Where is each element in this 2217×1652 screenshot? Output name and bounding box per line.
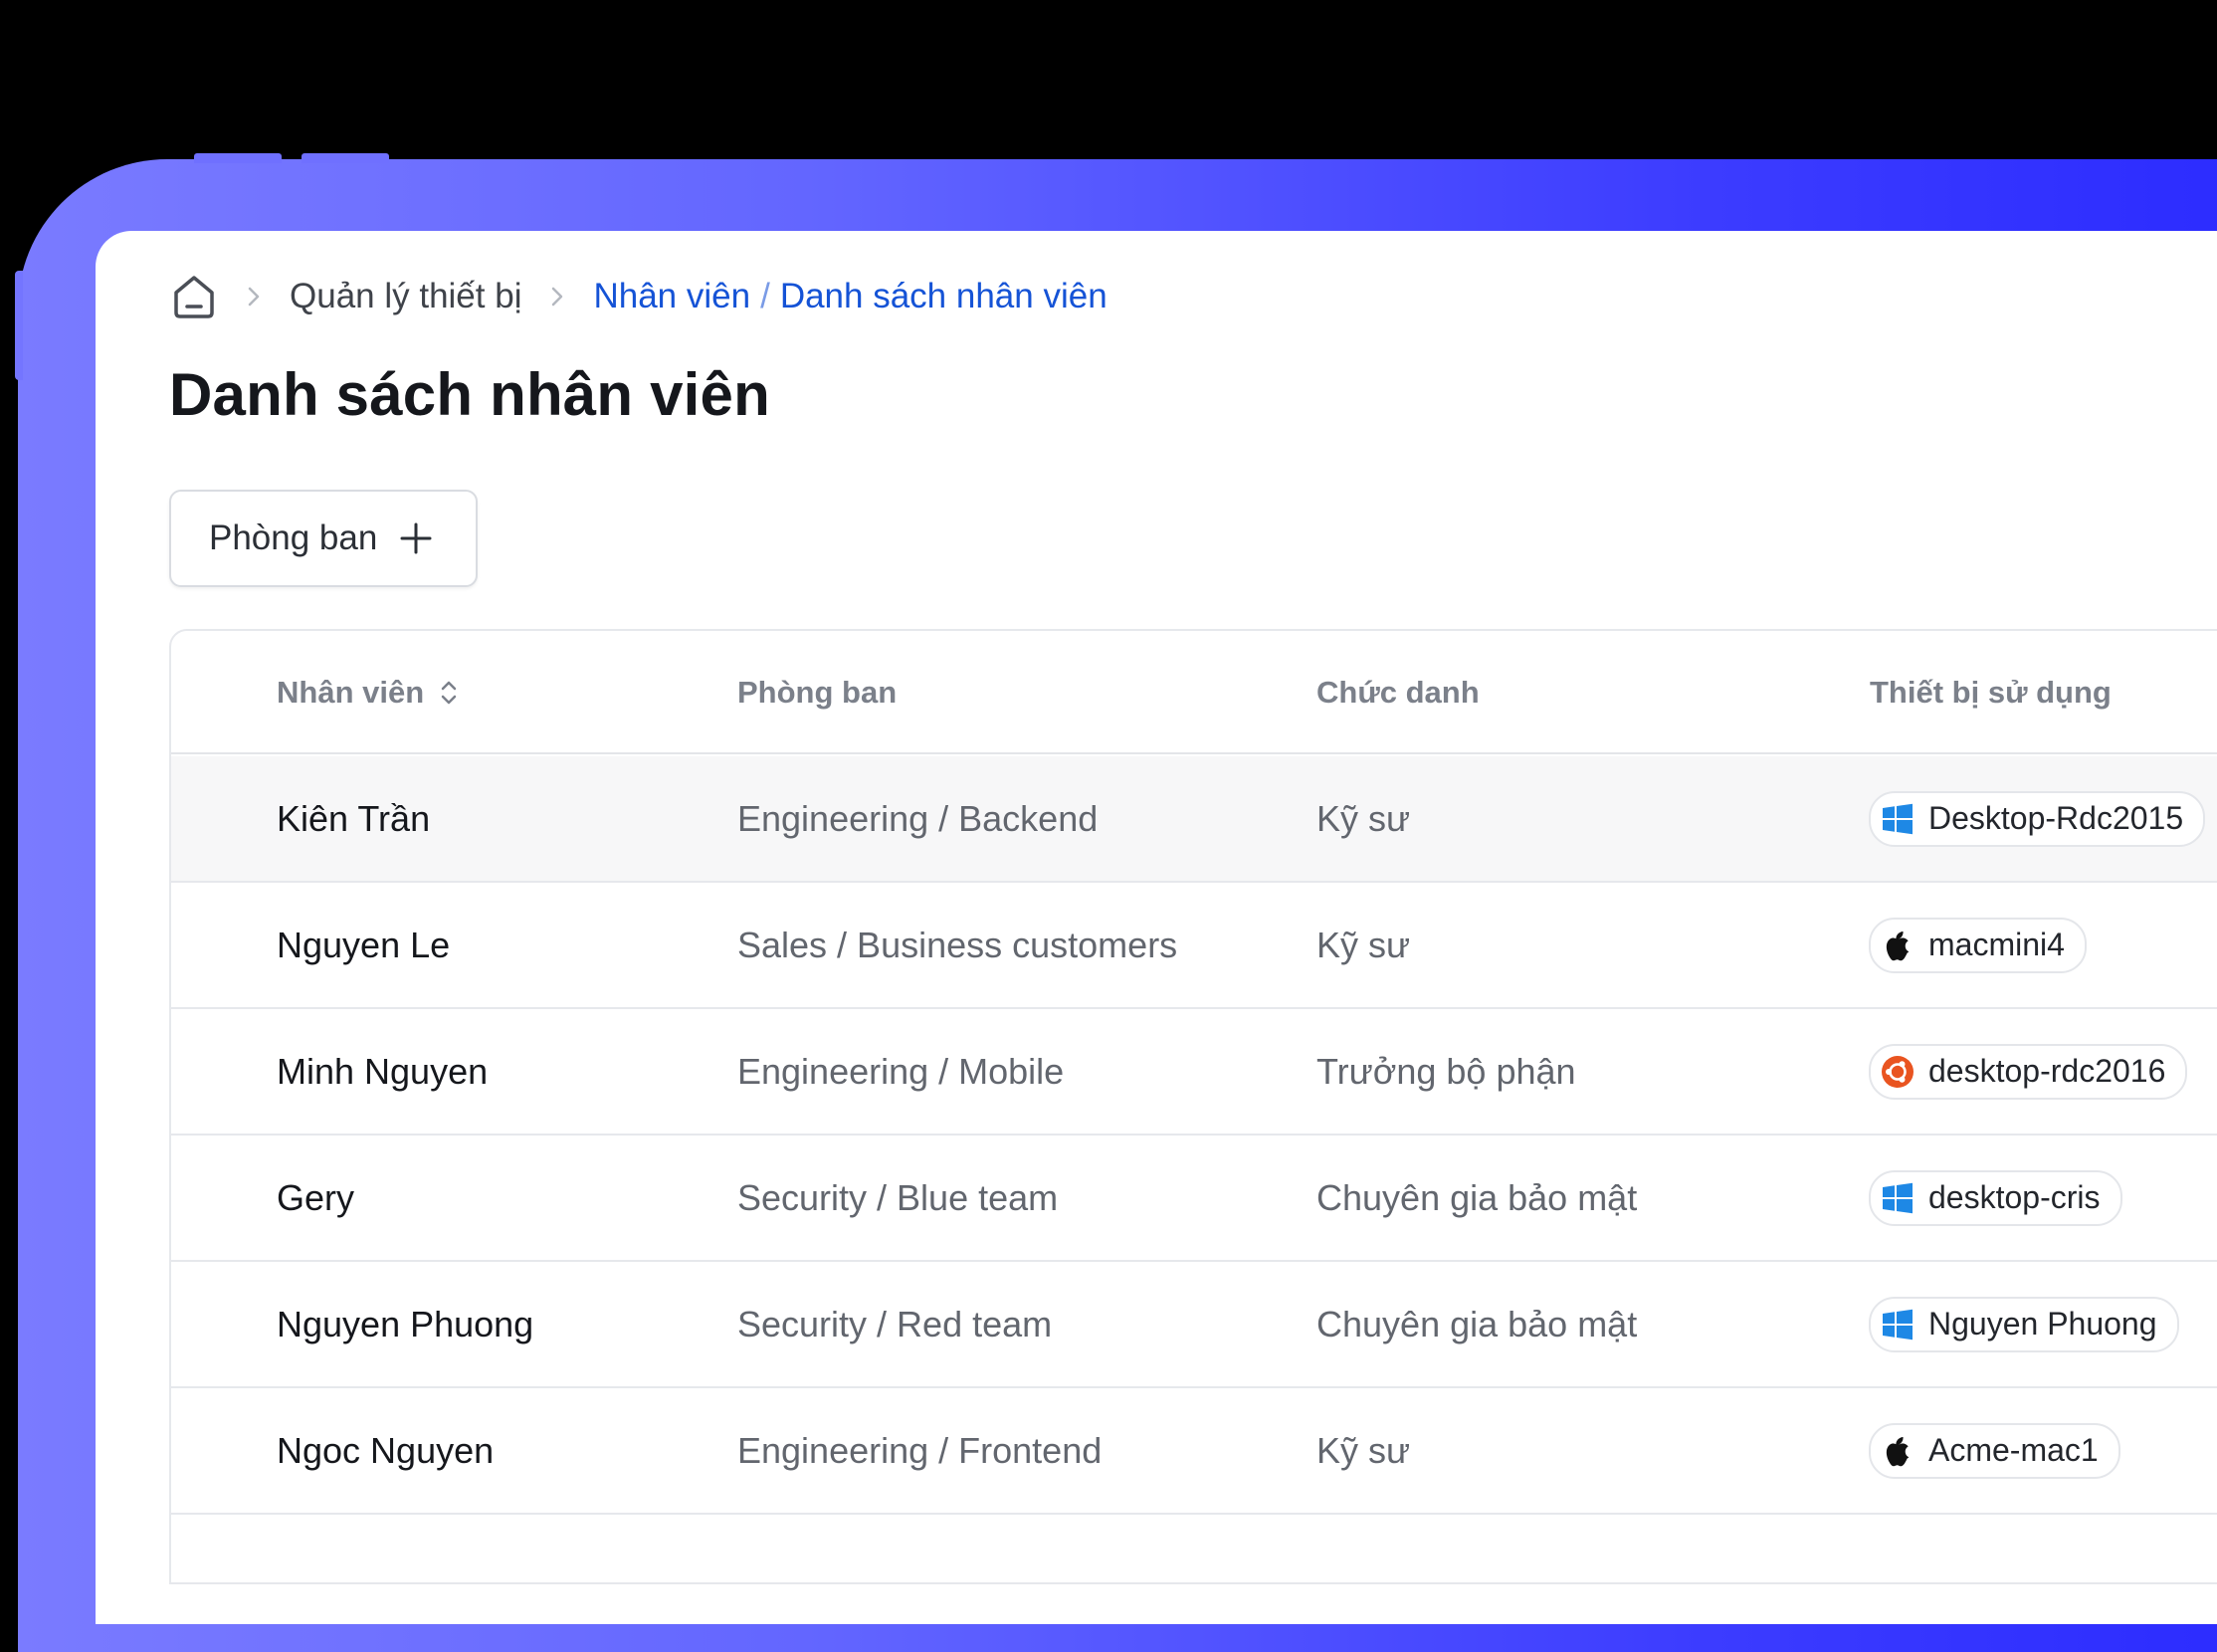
table-row[interactable]: Kiên Trần Engineering / Backend Kỹ sư Deskt… bbox=[171, 756, 2217, 883]
device-cell: desktop-rdc2016 bbox=[1869, 1009, 2188, 1134]
column-header-employee[interactable]: Nhân viên bbox=[277, 675, 460, 711]
employee-title: Trưởng bộ phận bbox=[1316, 1050, 1576, 1092]
sort-icon[interactable] bbox=[438, 678, 460, 708]
employee-department: Engineering / Frontend bbox=[737, 1429, 1103, 1471]
ubuntu-icon bbox=[1881, 1055, 1915, 1089]
employee-name[interactable]: Minh Nguyen bbox=[277, 1009, 488, 1134]
windows-icon bbox=[1881, 1308, 1915, 1342]
apple-icon bbox=[1881, 929, 1915, 962]
device-name: desktop-cris bbox=[1928, 1179, 2101, 1215]
add-department-button[interactable]: Phòng ban bbox=[169, 490, 478, 587]
employee-name[interactable]: Gery bbox=[277, 1136, 354, 1260]
page-title: Danh sách nhân viên bbox=[169, 361, 770, 428]
home-icon[interactable] bbox=[170, 272, 218, 321]
breadcrumb-separator: / bbox=[760, 277, 770, 315]
device-badge[interactable]: Acme-mac1 bbox=[1869, 1422, 2120, 1479]
employee-title: Kỹ sư bbox=[1316, 797, 1411, 839]
table-row[interactable]: Nguyen Phuong Security / Red team Chuyên g… bbox=[171, 1262, 2217, 1388]
device-cell: macmini4 bbox=[1869, 883, 2087, 1007]
table-row[interactable]: Nguyen Le Sales / Business customers Kỹ sư… bbox=[171, 883, 2217, 1009]
device-name: Acme-mac1 bbox=[1928, 1432, 2099, 1468]
windows-icon bbox=[1881, 1181, 1915, 1215]
employee-title: Chuyên gia bảo mật bbox=[1316, 1176, 1638, 1218]
column-header-department: Phòng ban bbox=[737, 675, 898, 710]
table-row[interactable]: Ngoc Nguyen Engineering / Frontend Kỹ sư Ac… bbox=[171, 1388, 2217, 1515]
plus-icon bbox=[399, 521, 433, 555]
device-side-button bbox=[15, 271, 23, 380]
device-cell: Acme-mac1 bbox=[1869, 1388, 2120, 1513]
device-badge[interactable]: Desktop-Rdc2015 bbox=[1869, 790, 2206, 847]
table-row[interactable]: Minh Nguyen Engineering / Mobile Trưởng bộ… bbox=[171, 1009, 2217, 1136]
employee-title: Chuyên gia bảo mật bbox=[1316, 1303, 1638, 1344]
employee-department: Security / Red team bbox=[737, 1303, 1053, 1344]
employee-title: Kỹ sư bbox=[1316, 1429, 1411, 1471]
table-header: Nhân viên Phòng ban Chức danh Thiết bị s… bbox=[171, 631, 2217, 754]
employee-name[interactable]: Kiên Trần bbox=[277, 756, 430, 881]
employee-name[interactable]: Nguyen Phuong bbox=[277, 1262, 533, 1386]
device-badge[interactable]: Nguyen Phuong bbox=[1869, 1296, 2179, 1352]
device-badge[interactable]: desktop-rdc2016 bbox=[1869, 1043, 2188, 1100]
chevron-right-icon bbox=[240, 285, 268, 309]
device-name: macmini4 bbox=[1928, 927, 2065, 962]
employee-title: Kỹ sư bbox=[1316, 924, 1411, 965]
breadcrumb-current[interactable]: Danh sách nhân viên bbox=[780, 277, 1108, 316]
employee-name[interactable]: Ngoc Nguyen bbox=[277, 1388, 494, 1513]
windows-icon bbox=[1881, 802, 1915, 836]
device-name: Desktop-Rdc2015 bbox=[1928, 800, 2184, 836]
breadcrumb: Quản lý thiết bị Nhân viên / Danh sách n… bbox=[170, 269, 1108, 324]
device-name: desktop-rdc2016 bbox=[1928, 1053, 2166, 1089]
add-department-button-label: Phòng ban bbox=[209, 518, 378, 557]
device-cell: Desktop-Rdc2015 bbox=[1869, 756, 2206, 881]
chevron-right-icon bbox=[543, 285, 571, 309]
employee-department: Sales / Business customers bbox=[737, 924, 1178, 965]
column-header-title: Chức danh bbox=[1316, 675, 1480, 710]
column-header-device: Thiết bị sử dụng bbox=[1870, 675, 2112, 710]
device-cell: Nguyen Phuong bbox=[1869, 1262, 2179, 1386]
table-row[interactable]: Gery Security / Blue team Chuyên gia bảo m… bbox=[171, 1136, 2217, 1262]
device-badge[interactable]: desktop-cris bbox=[1869, 1169, 2122, 1226]
device-top-button bbox=[302, 153, 389, 163]
device-name: Nguyen Phuong bbox=[1928, 1306, 2157, 1342]
employee-department: Engineering / Mobile bbox=[737, 1050, 1065, 1092]
breadcrumb-section[interactable]: Quản lý thiết bị bbox=[290, 277, 521, 316]
device-top-button bbox=[194, 153, 282, 163]
device-cell: desktop-cris bbox=[1869, 1136, 2122, 1260]
breadcrumb-parent[interactable]: Nhân viên bbox=[593, 277, 750, 316]
apple-icon bbox=[1881, 1434, 1915, 1468]
employee-department: Security / Blue team bbox=[737, 1176, 1059, 1218]
employee-name[interactable]: Nguyen Le bbox=[277, 883, 450, 1007]
employee-table: Nhân viên Phòng ban Chức danh Thiết bị s… bbox=[169, 629, 2217, 1584]
device-badge[interactable]: macmini4 bbox=[1869, 917, 2087, 973]
employee-department: Engineering / Backend bbox=[737, 797, 1099, 839]
